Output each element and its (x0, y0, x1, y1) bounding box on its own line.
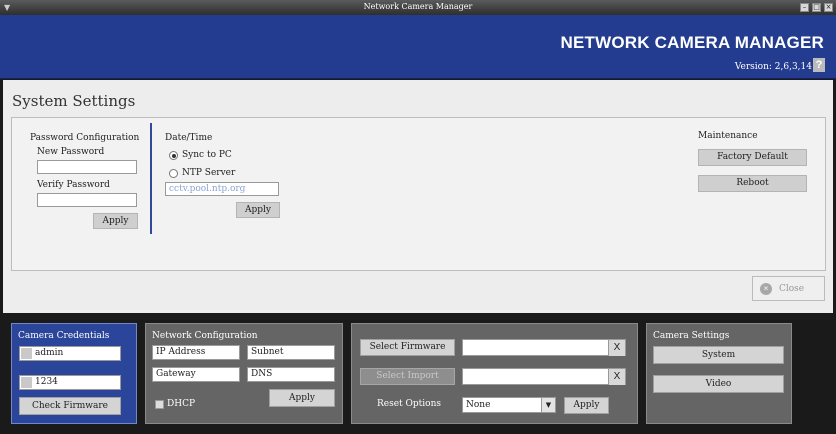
verify-password-input[interactable] (37, 193, 137, 207)
gateway-input[interactable]: Gateway (152, 367, 240, 382)
datetime-section-label: Date/Time (165, 133, 213, 143)
section-divider (150, 123, 152, 234)
camera-settings-panel: Camera Settings System Video (646, 323, 792, 424)
password-apply-button[interactable]: Apply (93, 213, 138, 229)
reset-option-value: None (466, 400, 491, 410)
clear-import-button[interactable]: X (608, 369, 625, 385)
new-password-input[interactable] (37, 160, 137, 174)
lock-icon (21, 377, 32, 388)
reset-options-label: Reset Options (377, 399, 441, 409)
camera-credentials-panel: Camera Credentials admin 1234 Check Firm… (11, 323, 137, 424)
ntp-server-label: NTP Server (182, 168, 236, 178)
ip-address-input[interactable]: IP Address (152, 345, 240, 360)
select-import-button[interactable]: Select Import (360, 368, 455, 385)
reboot-button[interactable]: Reboot (698, 175, 807, 192)
brand-title: NETWORK CAMERA MANAGER (560, 33, 824, 52)
reset-apply-button[interactable]: Apply (564, 397, 609, 414)
network-apply-button[interactable]: Apply (269, 389, 335, 407)
import-path-input[interactable] (462, 368, 626, 385)
close-button[interactable]: × Close (752, 276, 825, 301)
system-settings-panel: System Settings Password Configuration N… (3, 80, 833, 313)
dhcp-label: DHCP (167, 399, 196, 409)
close-label: Close (779, 284, 805, 294)
title-bar: ▼ Network Camera Manager – □ × (0, 0, 836, 15)
select-firmware-button[interactable]: Select Firmware (360, 339, 455, 356)
maintenance-section-label: Maintenance (698, 131, 758, 141)
sync-to-pc-label: Sync to PC (182, 150, 232, 160)
ntp-server-input[interactable]: cctv.pool.ntp.org (165, 182, 279, 196)
window-title: Network Camera Manager (363, 2, 473, 11)
chevron-down-icon: ▼ (541, 398, 555, 412)
user-icon (21, 348, 32, 359)
network-title: Network Configuration (152, 331, 258, 341)
camera-settings-title: Camera Settings (653, 331, 730, 341)
minimize-icon[interactable]: – (800, 3, 809, 12)
dhcp-checkbox[interactable] (155, 400, 164, 409)
clear-firmware-button[interactable]: X (608, 340, 625, 356)
settings-box: Password Configuration New Password Veri… (11, 117, 826, 271)
version-label: Version: 2,6,3,14 (734, 62, 812, 72)
page-title: System Settings (12, 92, 136, 110)
datetime-apply-button[interactable]: Apply (236, 202, 280, 218)
password-section-label: Password Configuration (30, 133, 140, 143)
username-input[interactable]: admin (19, 346, 121, 361)
video-button[interactable]: Video (653, 375, 784, 393)
system-button[interactable]: System (653, 346, 784, 364)
ntp-server-radio[interactable] (169, 169, 178, 178)
firmware-path-input[interactable] (462, 339, 626, 356)
close-window-icon[interactable]: × (824, 3, 833, 12)
camera-password-input[interactable]: 1234 (19, 375, 121, 390)
firmware-panel: Select Firmware X Select Import X Reset … (351, 323, 638, 424)
subnet-input[interactable]: Subnet (247, 345, 335, 360)
verify-password-label: Verify Password (37, 180, 110, 190)
network-configuration-panel: Network Configuration IP Address Subnet … (145, 323, 343, 424)
dns-input[interactable]: DNS (247, 367, 335, 382)
new-password-label: New Password (37, 147, 105, 157)
maximize-icon[interactable]: □ (812, 3, 821, 12)
app-header: NETWORK CAMERA MANAGER Version: 2,6,3,14… (0, 15, 836, 79)
close-x-icon: × (760, 283, 772, 295)
reset-options-select[interactable]: None ▼ (462, 397, 556, 413)
factory-default-button[interactable]: Factory Default (698, 149, 807, 166)
sync-to-pc-radio[interactable] (169, 151, 178, 160)
help-icon[interactable]: ? (813, 58, 825, 72)
check-firmware-button[interactable]: Check Firmware (19, 397, 121, 415)
credentials-title: Camera Credentials (18, 331, 110, 341)
